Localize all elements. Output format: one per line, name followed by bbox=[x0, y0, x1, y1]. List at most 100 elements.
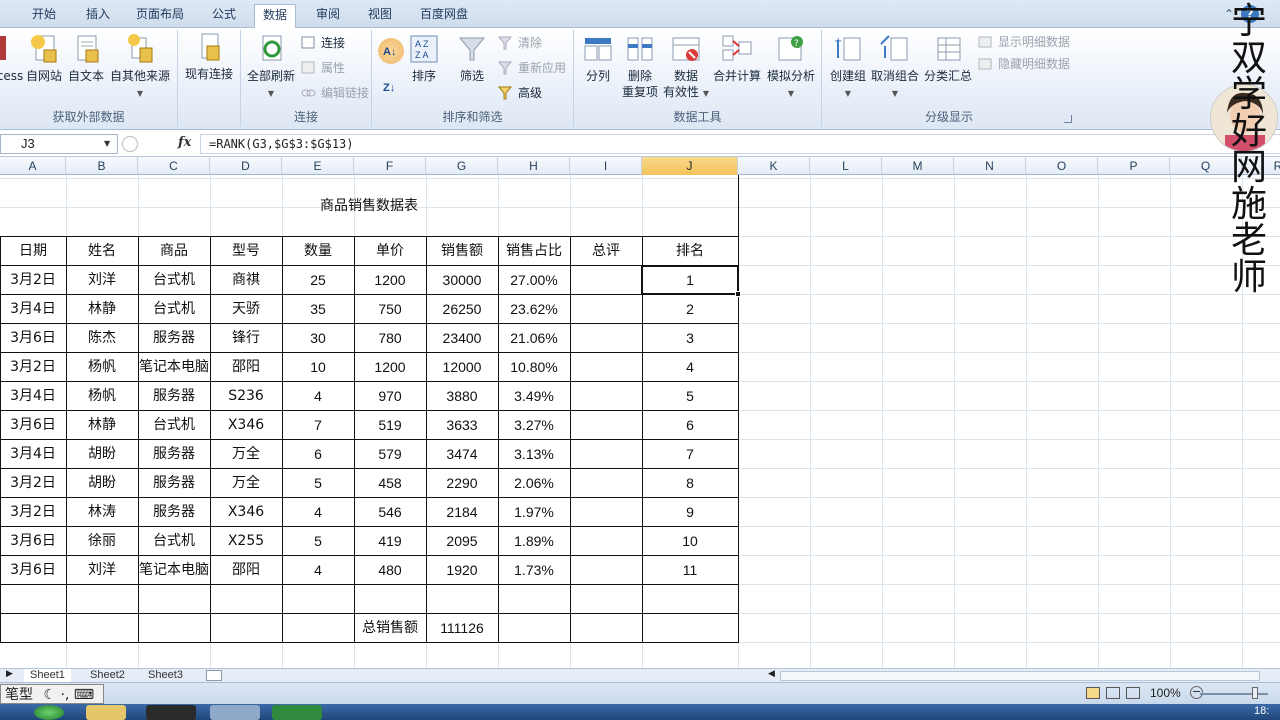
table-cell-name[interactable]: 杨帆 bbox=[66, 353, 138, 382]
from-text-button[interactable]: 自文本 bbox=[66, 32, 106, 84]
punctuation-icon[interactable]: ·, bbox=[60, 687, 69, 703]
table-cell-overall[interactable] bbox=[570, 324, 642, 353]
column-header[interactable]: E bbox=[282, 157, 354, 175]
table-cell-name[interactable]: 刘洋 bbox=[66, 266, 138, 295]
column-header[interactable]: F bbox=[354, 157, 426, 175]
table-cell-unit-price[interactable]: 480 bbox=[354, 556, 426, 585]
table-cell-name[interactable]: 胡盼 bbox=[66, 440, 138, 469]
edit-links-button[interactable]: 编辑链接 bbox=[301, 83, 369, 103]
table-cell-rank[interactable]: 4 bbox=[642, 353, 738, 382]
formula-input[interactable]: =RANK(G3,$G$3:$G$13) bbox=[200, 134, 1280, 154]
table-cell-name[interactable]: 林静 bbox=[66, 411, 138, 440]
remove-duplicates-button[interactable]: 删除 重复项 bbox=[618, 32, 662, 100]
clear-filter-button[interactable]: 清除 bbox=[497, 33, 542, 53]
table-cell-sales-share[interactable]: 21.06% bbox=[498, 324, 570, 353]
table-cell-quantity[interactable]: 5 bbox=[282, 527, 354, 556]
ime-toolbar[interactable]: 笔型 ☾ ·, ⌨ bbox=[0, 684, 104, 704]
table-cell-overall[interactable] bbox=[570, 353, 642, 382]
sheet-tab-3[interactable]: Sheet3 bbox=[142, 669, 189, 683]
table-cell-sales-share[interactable]: 2.06% bbox=[498, 469, 570, 498]
table-cell-name[interactable]: 林静 bbox=[66, 295, 138, 324]
table-cell-sales-share[interactable]: 10.80% bbox=[498, 353, 570, 382]
table-cell-unit-price[interactable]: 1200 bbox=[354, 266, 426, 295]
table-cell-model[interactable]: X346 bbox=[210, 498, 282, 527]
table-cell-model[interactable]: 邵阳 bbox=[210, 556, 282, 585]
page-layout-view-icon[interactable] bbox=[1106, 687, 1120, 699]
filter-button[interactable]: 筛选 bbox=[452, 32, 492, 84]
table-cell-model[interactable]: 万全 bbox=[210, 469, 282, 498]
column-header[interactable]: A bbox=[0, 157, 66, 175]
table-cell-rank[interactable]: 6 bbox=[642, 411, 738, 440]
table-cell-date[interactable]: 3月2日 bbox=[0, 469, 66, 498]
connections-button[interactable]: 连接 bbox=[301, 33, 345, 53]
table-cell-product[interactable]: 台式机 bbox=[138, 266, 210, 295]
column-header[interactable]: B bbox=[66, 157, 138, 175]
table-cell-unit-price[interactable]: 519 bbox=[354, 411, 426, 440]
table-cell-unit-price[interactable]: 419 bbox=[354, 527, 426, 556]
table-cell-date[interactable]: 3月4日 bbox=[0, 295, 66, 324]
total-sales-value[interactable]: 111126 bbox=[426, 614, 498, 643]
subtotal-button[interactable]: 分类汇总 bbox=[922, 32, 974, 84]
existing-connections-button[interactable]: 现有连接 bbox=[180, 30, 238, 82]
table-cell-name[interactable]: 刘洋 bbox=[66, 556, 138, 585]
table-cell-product[interactable]: 台式机 bbox=[138, 295, 210, 324]
page-break-view-icon[interactable] bbox=[1126, 687, 1140, 699]
reapply-button[interactable]: 重新应用 bbox=[497, 58, 566, 78]
table-cell-sales-share[interactable]: 1.89% bbox=[498, 527, 570, 556]
table-cell-date[interactable]: 3月4日 bbox=[0, 382, 66, 411]
table-cell-quantity[interactable]: 5 bbox=[282, 469, 354, 498]
column-header[interactable]: D bbox=[210, 157, 282, 175]
table-cell-overall[interactable] bbox=[570, 527, 642, 556]
table-cell-sales[interactable]: 12000 bbox=[426, 353, 498, 382]
tab-page-layout[interactable]: 页面布局 bbox=[128, 4, 192, 26]
table-cell-quantity[interactable]: 4 bbox=[282, 556, 354, 585]
table-cell-name[interactable]: 杨帆 bbox=[66, 382, 138, 411]
table-cell-product[interactable]: 台式机 bbox=[138, 411, 210, 440]
tab-scroll-first-icon[interactable]: ▶ bbox=[6, 669, 13, 679]
table-cell-product[interactable]: 服务器 bbox=[138, 498, 210, 527]
table-cell-overall[interactable] bbox=[570, 498, 642, 527]
table-cell-date[interactable]: 3月6日 bbox=[0, 556, 66, 585]
table-cell-date[interactable]: 3月6日 bbox=[0, 411, 66, 440]
table-cell-product[interactable]: 服务器 bbox=[138, 324, 210, 353]
normal-view-icon[interactable] bbox=[1086, 687, 1100, 699]
table-cell-sales[interactable]: 23400 bbox=[426, 324, 498, 353]
show-detail-button[interactable]: 显示明细数据 bbox=[978, 32, 1070, 52]
table-cell-rank[interactable]: 8 bbox=[642, 469, 738, 498]
tab-home[interactable]: 开始 bbox=[24, 4, 64, 26]
group-button[interactable]: + 创建组 ▼ bbox=[826, 32, 870, 102]
insert-sheet-icon[interactable] bbox=[206, 670, 222, 681]
table-cell-sales[interactable]: 26250 bbox=[426, 295, 498, 324]
table-cell-sales[interactable]: 2095 bbox=[426, 527, 498, 556]
table-cell-model[interactable]: 邵阳 bbox=[210, 353, 282, 382]
table-cell-quantity[interactable]: 25 bbox=[282, 266, 354, 295]
from-other-sources-button[interactable]: 自其他来源 ▼ bbox=[108, 32, 172, 102]
refresh-all-button[interactable]: 全部刷新 ▼ bbox=[243, 32, 299, 102]
table-cell-sales-share[interactable]: 3.13% bbox=[498, 440, 570, 469]
table-cell-quantity[interactable]: 7 bbox=[282, 411, 354, 440]
explorer-taskbar-icon[interactable] bbox=[86, 705, 126, 720]
table-cell-product[interactable]: 服务器 bbox=[138, 469, 210, 498]
table-cell-rank[interactable]: 3 bbox=[642, 324, 738, 353]
table-cell-overall[interactable] bbox=[570, 469, 642, 498]
column-header[interactable]: C bbox=[138, 157, 210, 175]
table-cell-model[interactable]: 万全 bbox=[210, 440, 282, 469]
column-header[interactable]: L bbox=[810, 157, 882, 175]
table-cell-overall[interactable] bbox=[570, 411, 642, 440]
table-cell-rank[interactable]: 7 bbox=[642, 440, 738, 469]
from-access-button[interactable]: cess bbox=[0, 32, 24, 84]
table-cell-sales[interactable]: 3474 bbox=[426, 440, 498, 469]
table-cell-rank[interactable]: 2 bbox=[642, 295, 738, 324]
table-cell-overall[interactable] bbox=[570, 440, 642, 469]
sort-descending-button[interactable]: Z↓ bbox=[382, 76, 402, 96]
table-cell-unit-price[interactable]: 546 bbox=[354, 498, 426, 527]
table-cell-model[interactable]: 天骄 bbox=[210, 295, 282, 324]
table-cell-sales[interactable]: 1920 bbox=[426, 556, 498, 585]
table-cell-model[interactable]: 商祺 bbox=[210, 266, 282, 295]
table-cell-rank[interactable]: 5 bbox=[642, 382, 738, 411]
zoom-level[interactable]: 100% bbox=[1150, 686, 1181, 700]
table-cell-rank[interactable]: 11 bbox=[642, 556, 738, 585]
table-cell-date[interactable]: 3月2日 bbox=[0, 498, 66, 527]
table-cell-unit-price[interactable]: 1200 bbox=[354, 353, 426, 382]
zoom-slider-thumb[interactable] bbox=[1252, 687, 1258, 699]
